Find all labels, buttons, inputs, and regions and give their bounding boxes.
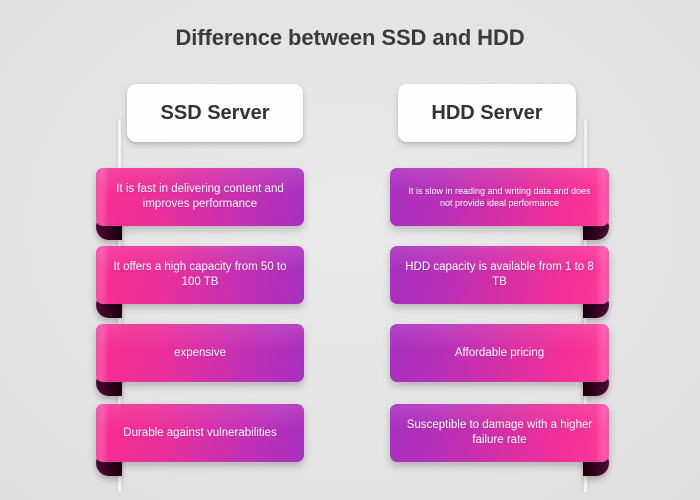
ribbon-label: HDD capacity is available from 1 to 8 TB [405, 261, 594, 288]
header-card-label-ssd: SSD Server [160, 101, 270, 124]
ribbon-body: Durable against vulnerabilities [96, 404, 304, 462]
ribbon-body: It is fast in delivering content and imp… [96, 168, 304, 226]
ribbon-hdd-4: Susceptible to damage with a higher fail… [390, 404, 609, 476]
ribbon-body: Susceptible to damage with a higher fail… [390, 404, 609, 462]
page-title: Difference between SSD and HDD [175, 25, 525, 50]
ribbon-label: It offers a high capacity from 50 to 100… [113, 261, 287, 288]
ribbon-hdd-3: Affordable pricing [390, 324, 609, 396]
ribbon-label: It is fast in delivering content and imp… [116, 183, 284, 210]
ribbon-label: expensive [174, 346, 226, 359]
ribbon-hdd-2: HDD capacity is available from 1 to 8 TB [390, 246, 609, 318]
ribbon-ssd-2: It offers a high capacity from 50 to 100… [96, 246, 304, 318]
infographic-canvas: Difference between SSD and HDD SSD Serve… [0, 0, 700, 500]
ribbon-hdd-1: It is slow in reading and writing data a… [390, 168, 609, 240]
ribbon-ssd-3: expensive [96, 324, 304, 396]
ribbon-body: HDD capacity is available from 1 to 8 TB [390, 246, 609, 304]
ribbon-label: Affordable pricing [454, 346, 545, 359]
header-card-hdd: HDD Server [398, 84, 576, 142]
ribbon-body: expensive [96, 324, 304, 382]
ribbon-body: It offers a high capacity from 50 to 100… [96, 246, 304, 304]
ribbon-label: Susceptible to damage with a higher fail… [406, 419, 593, 446]
ribbon-body: It is slow in reading and writing data a… [390, 168, 609, 226]
ribbon-body: Affordable pricing [390, 324, 609, 382]
ribbon-ssd-4: Durable against vulnerabilities [96, 404, 304, 476]
header-card-ssd: SSD Server [127, 84, 303, 142]
ribbon-label: It is slow in reading and writing data a… [408, 185, 591, 209]
header-card-label-hdd: HDD Server [431, 101, 543, 124]
ribbon-ssd-1: It is fast in delivering content and imp… [96, 168, 304, 240]
ribbon-label: Durable against vulnerabilities [123, 426, 277, 439]
